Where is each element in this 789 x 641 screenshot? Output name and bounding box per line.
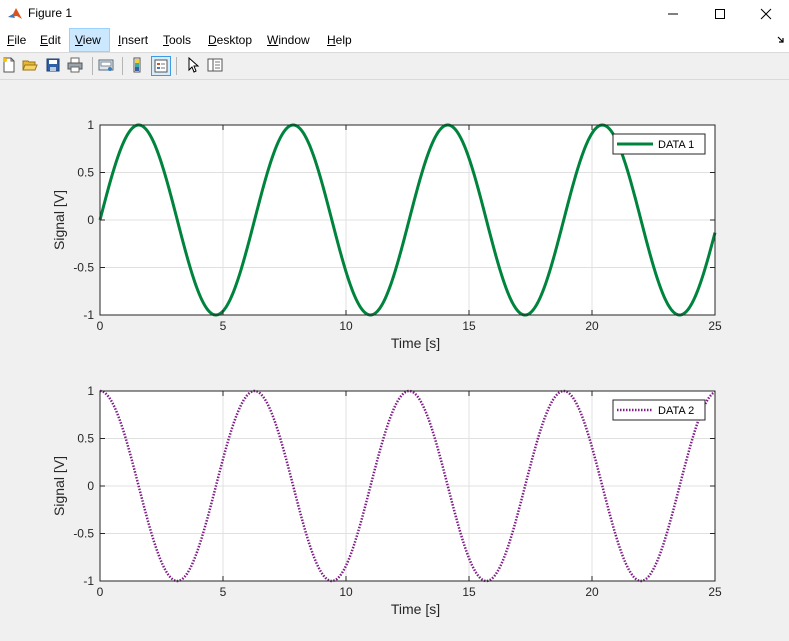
figure-svg: 0 5 10 15 20 25-1-0.500.51Time [s]Signal [V]D… [51, 118, 722, 617]
y-axis-label: Signal [V] [51, 456, 67, 516]
menu-file[interactable]: File [2, 28, 31, 52]
x-axis-label: Time [s] [391, 335, 440, 351]
x-tick-label: 10 [339, 319, 353, 333]
figure-canvas: 0 5 10 15 20 25 -1 -0.5 0 0.5 1 Time [s] Signal [V] D… [0, 80, 789, 641]
x-tick-label: 0 [97, 319, 104, 333]
window-title: Figure 1 [28, 6, 73, 20]
y-tick-label: -0.5 [73, 261, 94, 275]
menu-window[interactable]: Window [262, 28, 315, 52]
open-file-button[interactable] [21, 56, 41, 76]
x-tick-label: 10 [339, 585, 353, 599]
new-figure-button[interactable] [0, 56, 20, 76]
maximize-icon [715, 9, 725, 19]
axes-1: 0 5 10 15 20 25 -1 -0.5 0 0.5 1 Time [s] Signal [V] D… [51, 118, 722, 351]
toolbar-separator [122, 57, 123, 75]
legend: DATA 1 [612, 133, 706, 155]
matlab-logo-icon [8, 8, 22, 19]
x-tick-label: 15 [462, 319, 476, 333]
x-tick-label: 5 [220, 585, 227, 599]
insert-legend-icon [154, 59, 168, 73]
menu-desktop[interactable]: Desktop [203, 28, 257, 52]
x-tick-label: 15 [462, 585, 476, 599]
legend: DATA 2 [612, 399, 706, 421]
y-tick-label: 0 [87, 479, 94, 493]
y-axis-label: Signal [V] [51, 190, 67, 250]
dock-arrow-icon[interactable] [777, 36, 785, 44]
link-plot-icon [98, 59, 114, 71]
y-tick-label: 1 [87, 384, 94, 398]
close-button[interactable] [743, 0, 789, 28]
x-tick-label: 25 [708, 319, 722, 333]
x-tick-label: 25 [708, 585, 722, 599]
menu-edit[interactable]: Edit [35, 28, 66, 52]
y-tick-label: -0.5 [73, 527, 94, 541]
print-button[interactable] [66, 56, 86, 76]
new-figure-icon [3, 57, 15, 73]
legend-label: DATA 1 [658, 139, 694, 151]
y-tick-label: 1 [87, 118, 94, 132]
print-icon [67, 57, 83, 73]
y-tick-label: -1 [83, 574, 94, 588]
legend-label: DATA 2 [658, 405, 694, 417]
maximize-button[interactable] [697, 0, 743, 28]
x-tick-label: 0 [97, 585, 104, 599]
menu-insert[interactable]: Insert [113, 28, 153, 52]
y-tick-label: 0.5 [77, 166, 94, 180]
y-tick-label: -1 [83, 308, 94, 322]
open-file-icon [22, 60, 38, 71]
figure-toolbar [0, 52, 789, 80]
property-inspector-button[interactable] [206, 56, 226, 76]
toolbar-separator [92, 57, 93, 75]
link-plot-button[interactable] [97, 56, 117, 76]
minimize-icon [668, 13, 678, 15]
menu-view[interactable]: View [69, 28, 110, 52]
x-tick-label: 20 [585, 585, 599, 599]
menu-tools[interactable]: Tools [158, 28, 196, 52]
save-icon [46, 58, 60, 72]
insert-colorbar-icon [133, 57, 141, 73]
menu-bar: File Edit View Insert Tools Desktop Wind… [0, 28, 789, 52]
minimize-button[interactable] [650, 0, 696, 28]
x-tick-label: 20 [585, 319, 599, 333]
insert-legend-button[interactable] [151, 56, 171, 76]
save-button[interactable] [44, 56, 64, 76]
edit-plot-pointer-icon [188, 57, 200, 73]
axes-2: 0 5 10 15 20 25 -1 -0.5 0 0.5 1 Time [s] Signal [V] D… [51, 384, 722, 617]
x-tick-label: 5 [220, 319, 227, 333]
edit-plot-button[interactable] [184, 56, 204, 76]
y-tick-label: 0.5 [77, 432, 94, 446]
property-inspector-icon [207, 58, 223, 72]
title-bar: Figure 1 [0, 0, 789, 28]
toolbar-separator [176, 57, 177, 75]
y-tick-label: 0 [87, 213, 94, 227]
x-axis-label: Time [s] [391, 601, 440, 617]
close-icon [760, 8, 772, 20]
menu-help[interactable]: Help [322, 28, 357, 52]
insert-colorbar-button[interactable] [128, 56, 148, 76]
